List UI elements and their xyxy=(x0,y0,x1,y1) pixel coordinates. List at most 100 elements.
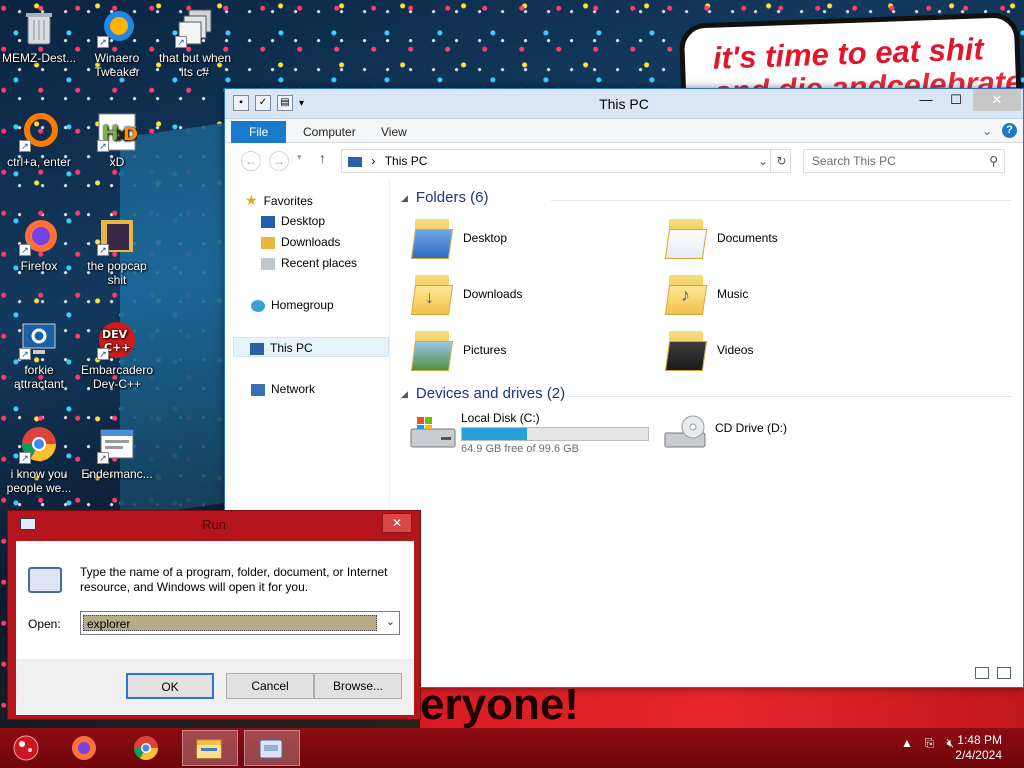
pictures-folder-icon xyxy=(410,327,454,371)
large-icons-view-icon[interactable] xyxy=(997,667,1011,679)
desktop-icon-popcap[interactable]: ↗ the popcap shit xyxy=(78,216,156,287)
svg-text:D: D xyxy=(123,124,137,145)
desktop-icon-xd[interactable]: HxD ↗ xD xyxy=(78,112,156,169)
documents-folder-icon xyxy=(664,215,708,259)
drive-cd-d[interactable]: CD Drive (D:) xyxy=(663,409,923,461)
run-close-button[interactable]: ✕ xyxy=(382,513,412,533)
shortcut-folder-icon: ↗ xyxy=(175,8,215,48)
shortcut-arrow-icon: ↗ xyxy=(19,452,31,464)
ok-button[interactable]: OK xyxy=(126,673,214,699)
downloads-icon xyxy=(261,236,275,249)
folder-pictures[interactable]: Pictures xyxy=(410,327,653,377)
expand-ribbon-chevron-icon[interactable]: ⌄ xyxy=(982,124,992,138)
address-field[interactable]: › This PC ⌄ ↻ xyxy=(341,149,791,173)
nav-item-homegroup[interactable]: Homegroup xyxy=(251,295,334,315)
search-input[interactable]: Search This PC ⚲ xyxy=(803,149,1005,173)
address-dropdown-icon[interactable]: ⌄ xyxy=(758,150,768,172)
folder-desktop[interactable]: Desktop xyxy=(410,215,653,265)
run-dialog[interactable]: Run ✕ Type the name of a program, folder… xyxy=(7,510,421,720)
desktop-icon-label: Endermanc... xyxy=(81,467,153,481)
folder-label: Pictures xyxy=(463,343,507,357)
desktop-icon-label: Winaero Tweaker xyxy=(94,51,140,79)
collapse-triangle-icon[interactable]: ◢ xyxy=(401,193,408,203)
refresh-icon[interactable]: ↻ xyxy=(770,150,792,172)
nav-item-network[interactable]: Network xyxy=(251,379,315,399)
desktop-icon-csharp[interactable]: ↗ that but when its c# xyxy=(154,8,236,79)
clock[interactable]: 1:48 PM 2/4/2024 xyxy=(955,733,1002,763)
chrome-icon: ↗ xyxy=(19,424,59,464)
up-button[interactable]: ↑ xyxy=(319,150,326,166)
open-combobox[interactable]: explorer ⌄ xyxy=(80,611,400,635)
help-icon[interactable]: ? xyxy=(1002,123,1017,138)
nav-item-recent-places[interactable]: Recent places xyxy=(261,253,357,273)
folder-downloads[interactable]: ↓ Downloads xyxy=(410,271,653,321)
tab-view[interactable]: View xyxy=(367,121,421,143)
wallpaper-strip-text: eryone! xyxy=(420,688,579,728)
desktop-icon-forkie[interactable]: ↗ forkie attractant xyxy=(0,320,78,391)
drive-local-disk-c[interactable]: Local Disk (C:) 64.9 GB free of 99.6 GB xyxy=(409,409,669,461)
taskbar-file-explorer[interactable] xyxy=(182,730,238,766)
nav-item-this-pc[interactable]: This PC xyxy=(233,337,389,357)
tab-file[interactable]: File xyxy=(231,121,287,143)
desktop-icon-ctrla[interactable]: ↗ ctrl+a, enter xyxy=(0,112,78,169)
nav-item-downloads[interactable]: Downloads xyxy=(261,232,340,252)
details-view-icon[interactable] xyxy=(975,667,989,679)
ribbon-controls: ⌄ ? xyxy=(982,123,1017,138)
shortcut-arrow-icon: ↗ xyxy=(97,348,109,360)
desktop-icon-memz[interactable]: MEMZ-Dest... xyxy=(0,8,78,65)
open-dropdown-chevron-icon[interactable]: ⌄ xyxy=(386,615,395,628)
firefox-icon xyxy=(70,735,98,761)
folder-videos[interactable]: Videos xyxy=(664,327,907,377)
back-button[interactable]: ← xyxy=(241,151,261,171)
maximize-button[interactable]: ☐ xyxy=(941,89,971,111)
desktop-icon-enderman[interactable]: ↗ Endermanc... xyxy=(78,424,156,481)
recent-locations-chevron-icon[interactable]: ▾ xyxy=(297,152,302,163)
browse-button[interactable]: Browse... xyxy=(314,673,402,699)
nav-item-favorites[interactable]: ★ Favorites xyxy=(245,190,313,210)
taskbar-firefox[interactable] xyxy=(58,730,110,766)
nav-label: Desktop xyxy=(281,214,326,228)
taskbar-run[interactable] xyxy=(244,730,300,766)
popcap-icon: ↗ xyxy=(97,216,137,256)
videos-folder-icon xyxy=(664,327,708,371)
desktop-icon-label: xD xyxy=(109,155,125,169)
network-status-icon[interactable]: ⎘ xyxy=(925,736,935,751)
nav-item-desktop[interactable]: Desktop xyxy=(261,211,325,231)
close-button[interactable]: ✕ xyxy=(973,89,1021,111)
hxd-icon: HxD ↗ xyxy=(97,112,138,152)
desktop-icon-label: forkie attractant xyxy=(13,363,65,391)
shortcut-arrow-icon: ↗ xyxy=(97,140,109,152)
explorer-titlebar[interactable]: ▪ ✓ ▤ ▾ This PC — ☐ ✕ xyxy=(225,89,1023,119)
show-hidden-icons-chevron-icon[interactable]: ▲ xyxy=(901,736,913,751)
window-app-icon: ↗ xyxy=(97,424,137,464)
devcpp-icon: DEV C++ ↗ xyxy=(97,320,137,360)
minimize-button[interactable]: — xyxy=(911,89,941,111)
folder-music[interactable]: ♪ Music xyxy=(664,271,907,321)
collapse-triangle-icon[interactable]: ◢ xyxy=(401,389,408,399)
folders-group-header[interactable]: ◢ Folders (6) xyxy=(401,189,1011,206)
folder-documents[interactable]: Documents xyxy=(664,215,907,265)
nav-label: Favorites xyxy=(263,194,313,208)
shortcut-arrow-icon: ↗ xyxy=(97,452,109,464)
desktop-icon-devcpp[interactable]: DEV C++ ↗ Embarcadero Dev-C++ xyxy=(78,320,156,391)
address-bar-row: ← → ▾ ↑ › This PC ⌄ ↻ Search This PC ⚲ xyxy=(225,143,1023,177)
forward-button[interactable]: → xyxy=(269,151,289,171)
run-app-icon xyxy=(257,736,285,762)
settings-monitor-icon: ↗ xyxy=(19,320,59,360)
tab-computer[interactable]: Computer xyxy=(289,121,370,143)
start-button[interactable] xyxy=(0,730,52,766)
desktop-icon-firefox[interactable]: ↗ Firefox xyxy=(0,216,78,273)
taskbar-chrome[interactable] xyxy=(120,730,172,766)
cancel-button[interactable]: Cancel xyxy=(226,673,314,699)
shortcut-arrow-icon: ↗ xyxy=(97,36,109,48)
volume-muted-icon[interactable]: 🔇︎ xyxy=(946,736,954,751)
desktop-icon-chrome[interactable]: ↗ i know you people we... xyxy=(0,424,78,495)
devices-group-header[interactable]: ◢ Devices and drives (2) xyxy=(401,385,1011,402)
address-separator: › xyxy=(371,154,376,168)
drive-label: CD Drive (D:) xyxy=(715,421,787,435)
open-label: Open: xyxy=(28,617,61,631)
open-input[interactable]: explorer xyxy=(83,615,377,631)
firefox-icon: ↗ xyxy=(19,216,59,256)
run-titlebar[interactable]: Run ✕ xyxy=(8,511,420,537)
desktop-icon-winaero[interactable]: ↗ Winaero Tweaker xyxy=(78,8,156,79)
